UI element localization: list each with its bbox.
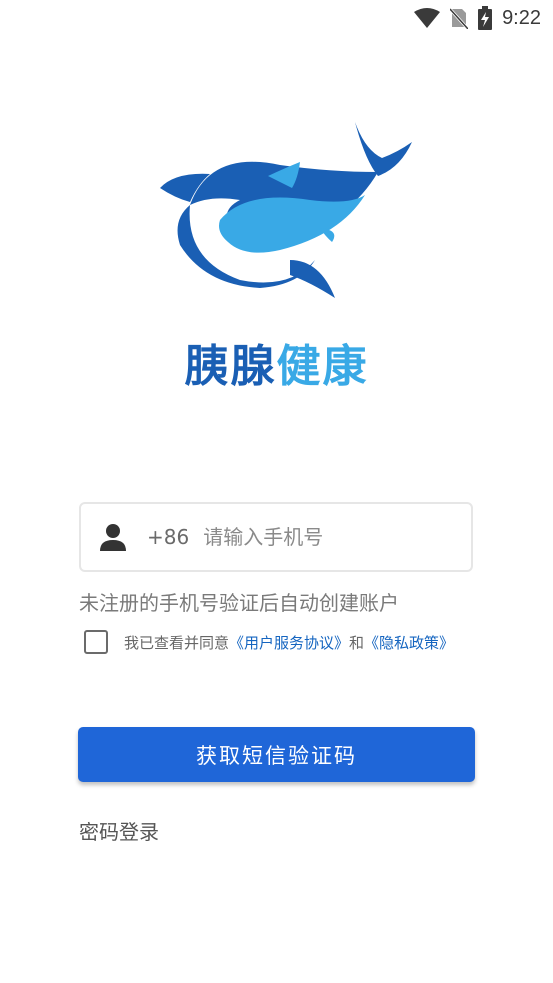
register-hint: 未注册的手机号验证后自动创建账户 bbox=[79, 591, 399, 615]
wifi-icon bbox=[414, 8, 441, 28]
brand-title: 胰腺健康 bbox=[0, 330, 553, 394]
agree-and: 和 bbox=[349, 633, 365, 652]
password-login-link[interactable]: 密码登录 bbox=[79, 816, 159, 845]
status-bar: 9:22 bbox=[0, 0, 553, 38]
user-agreement-link[interactable]: 《用户服务协议》 bbox=[229, 634, 349, 652]
phone-input[interactable] bbox=[201, 524, 456, 550]
agreement-text: 我已查看并同意《用户服务协议》和《隐私政策》 bbox=[124, 632, 454, 653]
agree-prefix: 我已查看并同意 bbox=[124, 633, 230, 652]
country-code: +86 bbox=[147, 525, 190, 549]
user-icon bbox=[100, 524, 126, 551]
get-sms-code-button[interactable]: 获取短信验证码 bbox=[78, 727, 475, 782]
brand-name-part2: 健康 bbox=[276, 341, 369, 392]
status-time: 9:22 bbox=[502, 6, 541, 29]
dolphin-logo bbox=[150, 110, 420, 310]
agree-checkbox[interactable] bbox=[84, 630, 108, 654]
privacy-policy-link[interactable]: 《隐私政策》 bbox=[364, 634, 454, 652]
no-sim-icon bbox=[450, 7, 469, 29]
brand-name-part1: 胰腺 bbox=[184, 341, 277, 392]
phone-input-box[interactable]: +86 bbox=[79, 502, 473, 572]
agreement-row: 我已查看并同意《用户服务协议》和《隐私政策》 bbox=[84, 630, 454, 654]
battery-charging-icon bbox=[478, 6, 493, 30]
